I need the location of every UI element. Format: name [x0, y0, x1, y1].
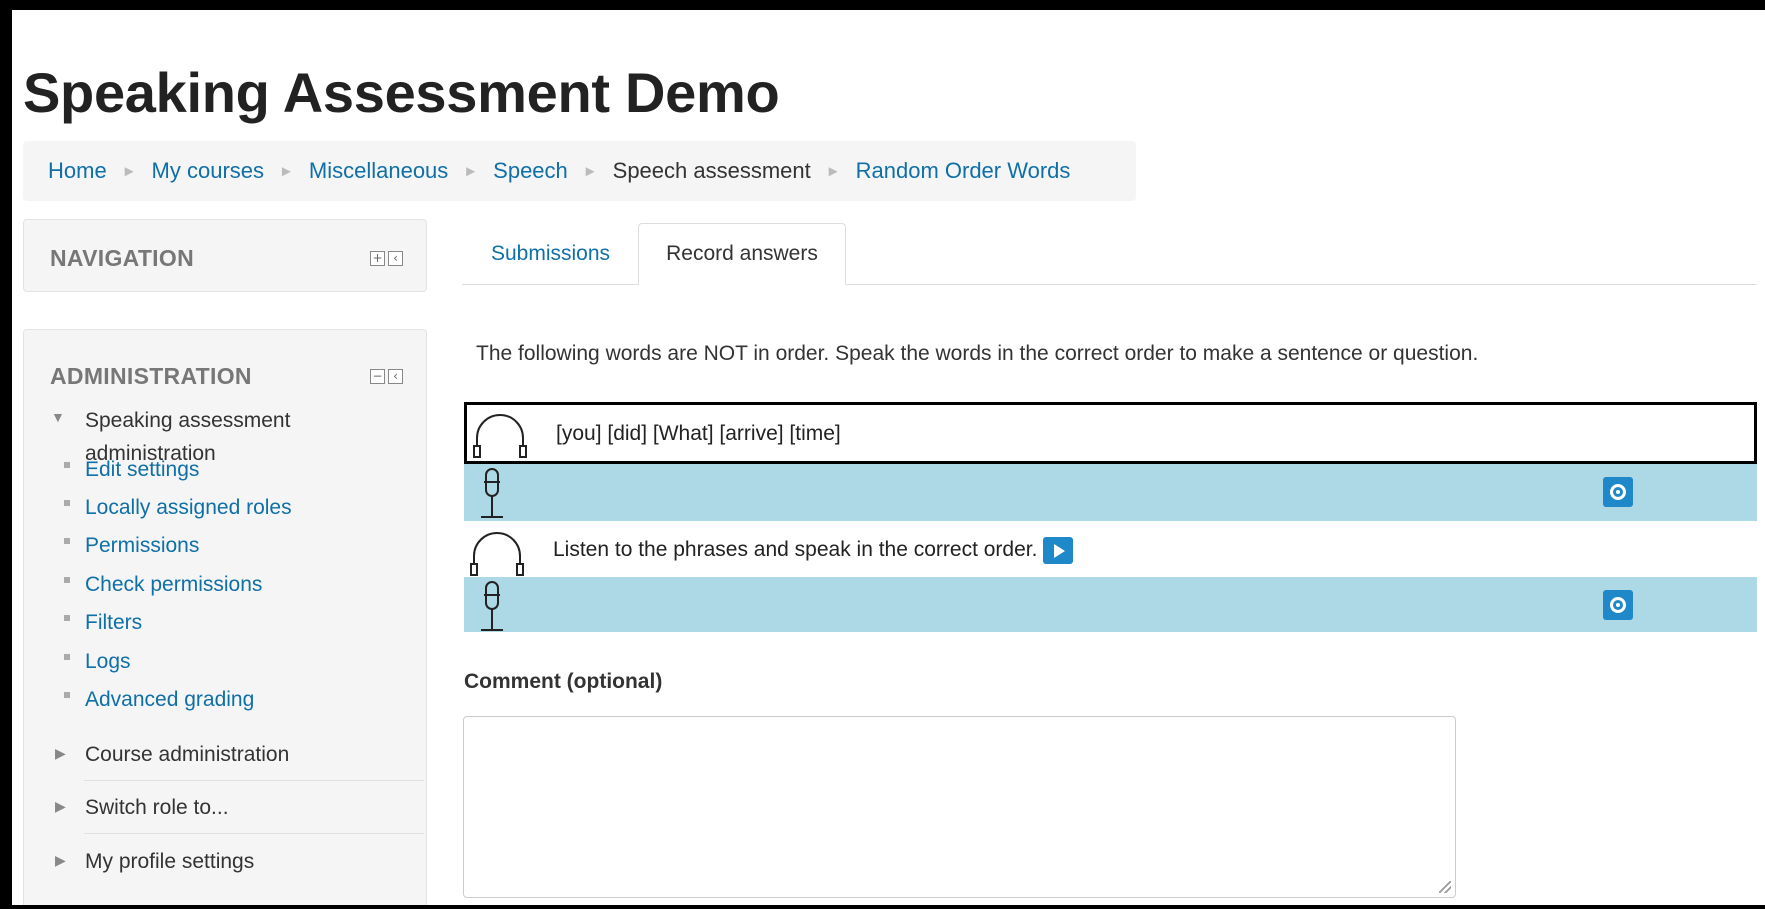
admin-tree-label: Switch role to...: [85, 796, 229, 819]
admin-item-advanced-grading[interactable]: Advanced grading: [64, 688, 255, 712]
navigation-block: NAVIGATION + ‹: [23, 219, 427, 292]
bullet-icon: [64, 538, 70, 544]
prompt-row[interactable]: Listen to the phrases and speak in the c…: [464, 523, 1757, 578]
admin-item-label: Logs: [85, 650, 131, 673]
bullet-icon: [64, 462, 70, 468]
prompt-text: [you] [did] [What] [arrive] [time]: [556, 422, 841, 445]
prompt-text-label: Listen to the phrases and speak in the c…: [553, 538, 1038, 562]
breadcrumb-home[interactable]: Home: [48, 158, 107, 184]
bullet-icon: [64, 654, 70, 660]
divider: [84, 780, 424, 781]
instructions-text: The following words are NOT in order. Sp…: [476, 342, 1479, 365]
record-button[interactable]: [1603, 590, 1633, 620]
add-block-icon[interactable]: +: [370, 251, 385, 266]
microphone-icon: [481, 468, 503, 518]
dock-icon[interactable]: ‹: [388, 369, 403, 384]
page-frame: Speaking Assessment Demo Home ► My cours…: [12, 10, 1765, 905]
admin-item-filters[interactable]: Filters: [64, 611, 143, 635]
comment-label: Comment (optional): [464, 670, 663, 693]
admin-item-locally-assigned-roles[interactable]: Locally assigned roles: [64, 496, 292, 520]
collapsed-triangle-icon: ▶: [55, 798, 66, 814]
admin-item-logs[interactable]: Logs: [64, 650, 131, 674]
admin-item-label: Check permissions: [85, 573, 263, 596]
expanded-triangle-icon: ▼: [51, 409, 65, 425]
breadcrumb-separator: ►: [582, 162, 598, 180]
breadcrumb: Home ► My courses ► Miscellaneous ► Spee…: [23, 141, 1136, 201]
admin-item-label: Filters: [85, 611, 143, 634]
admin-item-label: Advanced grading: [85, 688, 255, 711]
breadcrumb-random-order-words[interactable]: Random Order Words: [856, 158, 1071, 184]
collapsed-triangle-icon: ▶: [55, 745, 66, 761]
breadcrumb-separator: ►: [279, 162, 294, 180]
record-button[interactable]: [1603, 477, 1633, 507]
collapse-block-icon[interactable]: −: [370, 369, 385, 384]
recorder-row: [464, 577, 1757, 632]
recorder-row: [464, 464, 1757, 521]
administration-block-controls: − ‹: [370, 369, 403, 384]
breadcrumb-miscellaneous[interactable]: Miscellaneous: [309, 158, 448, 184]
admin-item-edit-settings[interactable]: Edit settings: [64, 458, 200, 482]
admin-tree-label: Course administration: [85, 743, 290, 766]
navigation-block-controls: + ‹: [370, 251, 403, 266]
administration-block: ADMINISTRATION − ‹ ▼ Speaking assessment…: [23, 329, 427, 905]
administration-block-title: ADMINISTRATION: [50, 363, 252, 389]
microphone-icon: [481, 581, 503, 631]
comment-textarea[interactable]: [463, 716, 1456, 898]
admin-item-label: Edit settings: [85, 458, 200, 481]
bullet-icon: [64, 692, 70, 698]
breadcrumb-separator: ►: [463, 162, 479, 180]
tab-submissions[interactable]: Submissions: [462, 223, 639, 285]
breadcrumb-speech[interactable]: Speech: [493, 158, 568, 184]
navigation-block-title: NAVIGATION: [50, 245, 194, 271]
prompt-text: Listen to the phrases and speak in the c…: [553, 537, 1074, 564]
page-title: Speaking Assessment Demo: [23, 61, 780, 124]
resize-handle-icon[interactable]: [1439, 881, 1451, 893]
breadcrumb-speech-assessment: Speech assessment: [612, 158, 811, 183]
admin-item-label: Locally assigned roles: [85, 496, 292, 519]
tab-record-answers[interactable]: Record answers: [638, 223, 846, 285]
headphones-icon: [473, 414, 527, 458]
breadcrumb-separator: ►: [825, 162, 841, 180]
admin-item-check-permissions[interactable]: Check permissions: [64, 573, 263, 597]
bullet-icon: [64, 500, 70, 506]
headphones-icon: [470, 532, 524, 576]
play-icon[interactable]: [1043, 537, 1074, 564]
bullet-icon: [64, 577, 70, 583]
admin-tree-label: My profile settings: [85, 850, 255, 873]
admin-item-label: Permissions: [85, 534, 200, 557]
divider: [84, 833, 424, 834]
prompt-row[interactable]: [you] [did] [What] [arrive] [time]: [464, 402, 1757, 464]
bullet-icon: [64, 615, 70, 621]
dock-icon[interactable]: ‹: [388, 251, 403, 266]
breadcrumb-my-courses[interactable]: My courses: [152, 158, 264, 184]
collapsed-triangle-icon: ▶: [55, 852, 66, 868]
admin-item-permissions[interactable]: Permissions: [64, 534, 200, 558]
breadcrumb-separator: ►: [121, 162, 137, 180]
